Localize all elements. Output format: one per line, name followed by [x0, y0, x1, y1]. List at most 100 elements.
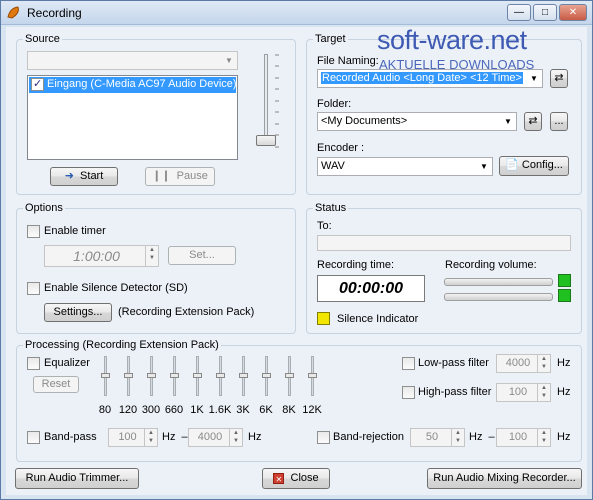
set-timer-button[interactable]: Set...: [168, 246, 236, 265]
silence-indicator-swatch: [317, 312, 330, 325]
bandrejection-hz: Hz: [557, 431, 571, 443]
equalizer-label: Equalizer: [44, 357, 90, 369]
source-volume-track: [264, 54, 268, 146]
file-naming-options-button[interactable]: ⇄: [550, 69, 568, 88]
eq-band-slider[interactable]: [147, 373, 156, 378]
lowpass-label: Low-pass filter: [418, 357, 489, 369]
lowpass-checkbox[interactable]: [402, 357, 415, 370]
device-list[interactable]: Eingang (C-Media AC97 Audio Device): [27, 75, 238, 160]
reset-button[interactable]: Reset: [33, 376, 79, 393]
recording-time-display: 00:00:00: [317, 275, 425, 302]
bandrejection-checkbox[interactable]: [317, 431, 330, 444]
encoder-value: WAV: [321, 160, 345, 172]
bandpass-label: Band-pass: [44, 431, 97, 443]
silence-detector-label: Enable Silence Detector (SD): [44, 282, 188, 294]
status-group-title: Status: [313, 202, 349, 214]
eq-band-label: 6K: [259, 404, 273, 416]
eq-band-slider[interactable]: [170, 373, 179, 378]
highpass-value: 100: [508, 386, 528, 398]
bandrejection-high-input[interactable]: 100 ▲ ▼: [496, 428, 551, 447]
eq-band-label: 660: [164, 404, 184, 416]
pause-button[interactable]: ❙❙ Pause: [145, 167, 215, 186]
bandrejection-hz-dash: Hz –: [469, 431, 495, 443]
bandrejection-low-value: 50: [425, 431, 439, 443]
silence-detector-checkbox[interactable]: [27, 282, 40, 295]
file-naming-combo[interactable]: Recorded Audio <Long Date> <12 Time> ▼: [317, 69, 543, 88]
bandrejection-low-spinner[interactable]: ▲ ▼: [451, 429, 464, 446]
equalizer-checkbox[interactable]: [27, 357, 40, 370]
highpass-label: High-pass filter: [418, 386, 492, 398]
highpass-spinner[interactable]: ▲ ▼: [537, 384, 550, 401]
encoder-combo[interactable]: WAV ▼: [317, 157, 493, 176]
run-audio-mixing-recorder-button[interactable]: Run Audio Mixing Recorder...: [427, 468, 582, 489]
eq-band-slider[interactable]: [193, 373, 202, 378]
enable-timer-checkbox[interactable]: [27, 225, 40, 238]
to-field: [317, 235, 571, 251]
recording-window: Recording — □ ✕ Source ▼ Eingang (C-Medi…: [0, 0, 593, 500]
lowpass-hz: Hz: [557, 357, 571, 369]
lowpass-input[interactable]: 4000 ▲ ▼: [496, 354, 551, 373]
folder-combo[interactable]: <My Documents> ▼: [317, 112, 517, 131]
close-button[interactable]: ✕ Close: [262, 468, 330, 489]
bandpass-hz-dash: Hz –: [162, 431, 188, 443]
spin-up-icon: ▲: [148, 430, 154, 436]
timer-input[interactable]: 1:00:00 ▲ ▼: [44, 245, 159, 267]
spin-down-icon: ▼: [541, 393, 547, 399]
close-window-button[interactable]: ✕: [559, 4, 587, 21]
eq-band-label: 3K: [236, 404, 250, 416]
bandpass-checkbox[interactable]: [27, 431, 40, 444]
bandpass-low-spinner[interactable]: ▲ ▼: [144, 429, 157, 446]
window-title: Recording: [27, 6, 82, 20]
swap-arrows-icon: ⇄: [528, 115, 538, 127]
spin-up-icon: ▲: [541, 430, 547, 436]
trimmer-label: Run Audio Trimmer...: [25, 472, 129, 484]
device-checkbox[interactable]: [31, 77, 44, 91]
arrow-right-icon: ➜: [64, 170, 74, 182]
run-audio-trimmer-button[interactable]: Run Audio Trimmer...: [15, 468, 139, 489]
bandpass-low-input[interactable]: 100 ▲ ▼: [108, 428, 158, 447]
eq-band-slider[interactable]: [308, 373, 317, 378]
config-label: Config...: [521, 159, 563, 171]
spin-up-icon: ▲: [455, 430, 461, 436]
timer-spinner[interactable]: ▲ ▼: [145, 246, 158, 266]
eq-band-slider[interactable]: [101, 373, 110, 378]
close-x-icon: ✕: [273, 472, 285, 484]
source-device-combo[interactable]: ▼: [27, 51, 238, 70]
chevron-down-icon: ▼: [530, 74, 538, 83]
title-bar[interactable]: Recording — □ ✕: [1, 1, 592, 25]
eq-band-slider[interactable]: [285, 373, 294, 378]
highpass-input[interactable]: 100 ▲ ▼: [496, 383, 551, 402]
bandpass-high-input[interactable]: 4000 ▲ ▼: [188, 428, 243, 447]
settings-button[interactable]: Settings...: [44, 303, 112, 322]
folder-options-button[interactable]: ⇄: [524, 112, 542, 131]
eq-band-label: 1K: [190, 404, 204, 416]
bandrejection-label: Band-rejection: [333, 431, 404, 443]
eq-band-slider[interactable]: [124, 373, 133, 378]
bandrejection-high-value: 100: [508, 431, 528, 443]
eq-band-label: 8K: [282, 404, 296, 416]
start-button[interactable]: ➜ Start: [50, 167, 118, 186]
eq-band-slider[interactable]: [239, 373, 248, 378]
browse-folder-button[interactable]: ...: [550, 112, 568, 131]
maximize-button[interactable]: □: [533, 4, 557, 21]
source-volume-slider[interactable]: [256, 135, 276, 146]
bandpass-hz: Hz: [248, 431, 262, 443]
file-naming-value: Recorded Audio <Long Date> <12 Time>: [321, 72, 523, 84]
list-item[interactable]: Eingang (C-Media AC97 Audio Device): [29, 77, 237, 93]
bandrejection-low-input[interactable]: 50 ▲ ▼: [410, 428, 465, 447]
bandpass-high-spinner[interactable]: ▲ ▼: [229, 429, 242, 446]
source-group: Source ▼ Eingang (C-Media AC97 Audio Dev…: [16, 33, 296, 195]
options-group: Options Enable timer 1:00:00 ▲ ▼ Set... E…: [16, 202, 296, 334]
target-group-title: Target: [313, 33, 348, 45]
minimize-button[interactable]: —: [507, 4, 531, 21]
lowpass-spinner[interactable]: ▲ ▼: [537, 355, 550, 372]
bandrejection-high-spinner[interactable]: ▲ ▼: [537, 429, 550, 446]
eq-band-slider[interactable]: [216, 373, 225, 378]
eq-band-slider[interactable]: [262, 373, 271, 378]
highpass-checkbox[interactable]: [402, 386, 415, 399]
config-button[interactable]: 📄 Config...: [499, 156, 569, 176]
spin-up-icon: ▲: [541, 356, 547, 362]
spin-up-icon: ▲: [233, 430, 239, 436]
options-group-title: Options: [23, 202, 65, 214]
chevron-down-icon: ▼: [504, 117, 512, 126]
